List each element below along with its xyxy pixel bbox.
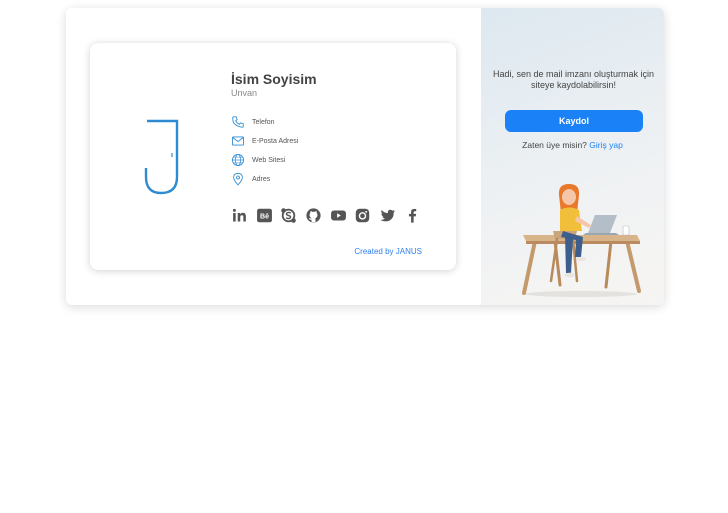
contact-address: Adres (231, 171, 270, 187)
login-line: Zaten üye misin? Giriş yap (481, 140, 664, 150)
signup-button[interactable]: Kaydol (505, 110, 643, 132)
svg-text:Bē: Bē (260, 212, 269, 220)
youtube-icon[interactable] (330, 207, 347, 224)
member-question: Zaten üye misin? (522, 140, 587, 150)
behance-icon[interactable]: Bē (256, 207, 273, 224)
linkedin-icon[interactable] (231, 207, 248, 224)
twitter-icon[interactable] (379, 207, 396, 224)
preview-area: İsim Soyisim Unvan Telefon E-Posta Adres… (66, 8, 481, 305)
main-panel: İsim Soyisim Unvan Telefon E-Posta Adres… (66, 8, 664, 305)
skype-icon[interactable] (280, 207, 297, 224)
register-prompt: Hadi, sen de mail imzanı oluşturmak için… (492, 69, 655, 90)
person-at-desk-illustration (522, 184, 641, 297)
janus-logo (144, 119, 179, 195)
signature-name: İsim Soyisim (231, 71, 317, 87)
contact-email: E-Posta Adresi (231, 133, 298, 149)
phone-icon (232, 116, 244, 128)
signature-card: İsim Soyisim Unvan Telefon E-Posta Adres… (90, 43, 456, 270)
contact-address-label: Adres (252, 175, 271, 183)
contact-phone: Telefon (231, 114, 275, 130)
location-pin-icon (233, 173, 243, 186)
globe-icon (232, 154, 244, 166)
login-link[interactable]: Giriş yap (589, 140, 623, 150)
credit-text: Created by JANUS (354, 247, 422, 256)
facebook-icon[interactable] (404, 207, 421, 224)
social-links: Bē (231, 207, 429, 224)
mail-icon (232, 136, 244, 146)
signature-title: Unvan (231, 88, 258, 98)
register-area: Hadi, sen de mail imzanı oluşturmak için… (481, 8, 664, 305)
contact-phone-label: Telefon (252, 118, 275, 126)
contact-email-label: E-Posta Adresi (252, 137, 299, 145)
contact-website: Web Sitesi (231, 152, 285, 168)
contact-website-label: Web Sitesi (252, 156, 286, 164)
github-icon[interactable] (305, 207, 322, 224)
instagram-icon[interactable] (354, 207, 371, 224)
